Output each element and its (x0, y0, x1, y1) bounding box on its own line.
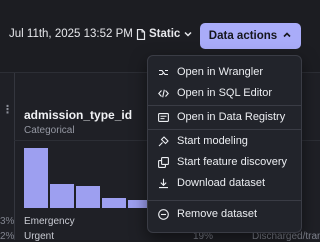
download-icon (158, 178, 169, 189)
column-divider (14, 73, 15, 240)
column-name: admission_type_id (24, 108, 133, 122)
document-icon (136, 28, 146, 40)
menu-divider (148, 105, 301, 106)
histogram-bar[interactable] (102, 198, 126, 208)
histogram-bar[interactable] (76, 186, 100, 208)
discovery-icon (158, 157, 169, 168)
menu-item-start-modeling[interactable]: Start modeling (148, 131, 301, 151)
category-value-label: Urgent (24, 231, 55, 242)
column-header[interactable]: admission_type_id Categorical (24, 108, 132, 136)
menu-item-label: Start feature discovery (177, 156, 288, 168)
menu-item-label: Open in SQL Editor (177, 87, 272, 99)
chevron-down-icon (183, 29, 193, 39)
menu-item-open-in-wrangler[interactable]: Open in Wrangler (148, 62, 301, 82)
menu-item-remove-dataset[interactable]: Remove dataset (148, 204, 301, 224)
menu-item-start-feature-discovery[interactable]: Start feature discovery (148, 152, 301, 172)
code-icon (158, 88, 169, 99)
left-cell-percent: 2% (0, 231, 15, 242)
histogram-bar[interactable] (50, 184, 74, 208)
menu-divider (148, 200, 301, 201)
version-selector[interactable]: Static (136, 28, 193, 40)
menu-divider (148, 129, 301, 130)
menu-item-label: Open in Data Registry (177, 111, 286, 123)
data-actions-button[interactable]: Data actions (200, 23, 301, 49)
menu-item-open-in-sql-editor[interactable]: Open in SQL Editor (148, 83, 301, 103)
menu-item-label: Open in Wrangler (177, 66, 264, 78)
column-type: Categorical (24, 125, 75, 136)
wrangler-icon (158, 67, 169, 78)
menu-item-download-dataset[interactable]: Download dataset (148, 173, 301, 193)
menu-item-label: Start modeling (177, 135, 248, 147)
data-actions-label: Data actions (208, 30, 278, 42)
menu-item-open-in-data-registry[interactable]: Open in Data Registry (148, 107, 301, 127)
histogram-bar[interactable] (24, 148, 48, 208)
category-value-label: Emergency (24, 216, 75, 227)
registry-icon (158, 112, 169, 123)
chevron-up-icon (282, 30, 292, 43)
menu-item-label: Download dataset (177, 177, 266, 189)
modeling-icon (158, 136, 169, 147)
remove-icon (158, 209, 169, 220)
left-cell-percent: 3% (0, 216, 15, 227)
dataset-timestamp: Jul 11th, 2025 13:52 PM (9, 28, 133, 40)
data-actions-menu: Open in Wrangler Open in SQL Editor Open… (147, 55, 302, 233)
menu-item-label: Remove dataset (177, 208, 258, 220)
column-menu-icon[interactable]: ⋮ (2, 103, 13, 116)
version-label: Static (149, 28, 181, 40)
